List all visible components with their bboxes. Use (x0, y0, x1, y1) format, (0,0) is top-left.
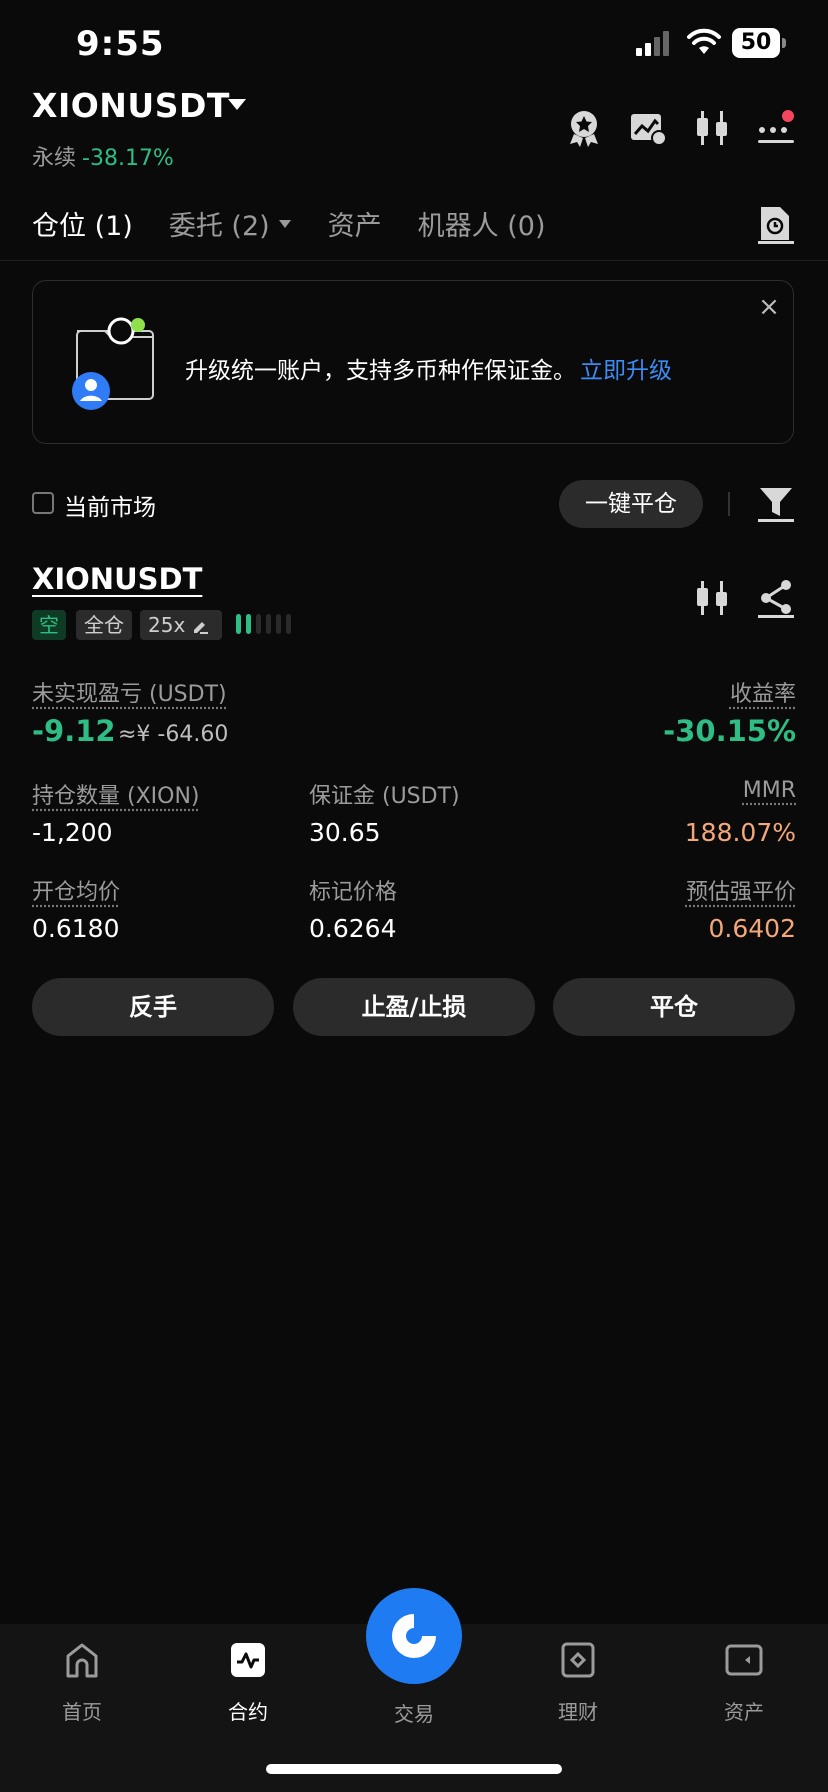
tab-bots[interactable]: 机器人 (0) (418, 204, 546, 243)
risk-bar (276, 614, 281, 634)
share-icon[interactable] (756, 578, 796, 618)
futures-icon (231, 1643, 265, 1677)
liquidation-price-value: 0.6402 (708, 914, 796, 943)
nav-earn[interactable]: 理财 (518, 1640, 638, 1725)
reverse-button[interactable]: 反手 (32, 978, 274, 1036)
earn-icon (561, 1642, 595, 1678)
image-chart-icon[interactable] (628, 108, 668, 148)
account-upgrade-illustration (72, 317, 154, 410)
risk-bar (286, 614, 291, 634)
nav-earn-label: 理财 (558, 1700, 598, 1724)
leverage-badge[interactable]: 25x (140, 610, 222, 640)
contract-type: 永续 (32, 146, 77, 171)
mmr-label[interactable]: MMR (743, 778, 796, 803)
risk-level-bars (236, 614, 291, 634)
tab-positions[interactable]: 仓位 (1) (32, 204, 133, 243)
nav-home[interactable]: 首页 (22, 1640, 142, 1725)
close-position-button[interactable]: 平仓 (553, 978, 795, 1036)
close-icon[interactable]: × (757, 294, 781, 320)
tab-bar: 仓位 (1) 委托 (2) 资产 机器人 (0) (32, 204, 581, 243)
chevron-down-icon (278, 219, 291, 228)
status-time: 9:55 (76, 24, 165, 64)
tab-assets-label: 资产 (327, 211, 382, 242)
pnl-cny-value: ≈¥ -64.60 (118, 722, 229, 747)
tp-sl-button[interactable]: 止盈/止损 (293, 978, 535, 1036)
trade-fab-button[interactable] (366, 1588, 462, 1684)
risk-bar (256, 614, 261, 634)
nav-futures-label: 合约 (228, 1700, 268, 1724)
notification-dot (782, 110, 794, 122)
candlestick-icon[interactable] (692, 108, 732, 148)
mark-price-value: 0.6264 (309, 914, 397, 943)
candlestick-icon[interactable] (692, 578, 732, 618)
close-all-button[interactable]: 一键平仓 (559, 480, 703, 528)
home-indicator (266, 1764, 562, 1774)
cellular-signal-icon (636, 31, 669, 56)
quantity-label[interactable]: 持仓数量 (XION) (32, 778, 200, 810)
upgrade-banner: 升级统一账户，支持多币种作保证金。 立即升级 × (32, 280, 794, 444)
award-icon[interactable] (564, 108, 604, 148)
mark-price-label: 标记价格 (309, 880, 398, 905)
wifi-icon (687, 28, 721, 54)
margin-label: 保证金 (USDT) (309, 784, 460, 809)
roe-label[interactable]: 收益率 (730, 676, 796, 708)
nav-assets-label: 资产 (724, 1700, 764, 1724)
entry-price-label[interactable]: 开仓均价 (32, 874, 120, 906)
tab-bots-label: 机器人 (0) (417, 211, 546, 242)
banner-message: 升级统一账户，支持多币种作保证金。 立即升级 (185, 351, 672, 385)
home-icon (66, 1643, 98, 1678)
banner-text: 升级统一账户，支持多币种作保证金。 (185, 358, 576, 384)
risk-bar (236, 614, 241, 634)
liquidation-price-label[interactable]: 预估强平价 (686, 874, 796, 906)
battery-icon: 50 (732, 28, 786, 58)
roe-value: -30.15% (663, 714, 796, 748)
symbol-title[interactable]: XIONUSDT (32, 86, 230, 125)
nav-assets[interactable]: 资产 (684, 1640, 804, 1725)
wallet-icon (725, 1644, 763, 1676)
tab-orders[interactable]: 委托 (2) (169, 204, 292, 243)
edit-icon (194, 622, 208, 634)
separator (728, 492, 730, 516)
tab-divider (0, 260, 828, 261)
nav-home-label: 首页 (62, 1700, 102, 1724)
nav-futures[interactable]: 合约 (188, 1640, 308, 1725)
nav-trade-label: 交易 (394, 1702, 434, 1726)
current-market-checkbox[interactable] (32, 492, 54, 514)
mmr-value: 188.07% (684, 818, 796, 847)
position-symbol[interactable]: XIONUSDT (32, 562, 202, 596)
current-market-label[interactable]: 当前市场 (64, 488, 156, 522)
history-icon[interactable] (756, 204, 796, 244)
trade-icon (392, 1614, 436, 1658)
upgrade-link[interactable]: 立即升级 (580, 358, 672, 384)
tab-positions-label: 仓位 (1) (32, 211, 133, 242)
quantity-value: -1,200 (32, 818, 113, 847)
contract-info: 永续 -38.17% (32, 140, 174, 172)
leverage-value: 25x (148, 613, 186, 637)
unrealized-pnl-label[interactable]: 未实现盈亏 (USDT) (32, 676, 227, 708)
tab-assets[interactable]: 资产 (328, 204, 382, 243)
margin-mode-badge: 全仓 (76, 610, 132, 640)
nav-trade[interactable]: 交易 (354, 1698, 474, 1727)
side-badge: 空 (32, 610, 66, 640)
tab-orders-label: 委托 (2) (168, 211, 270, 242)
margin-value: 30.65 (309, 818, 381, 847)
price-change: -38.17% (82, 146, 174, 171)
filter-icon[interactable] (756, 486, 796, 522)
unrealized-pnl-value: -9.12 (32, 714, 116, 748)
chevron-down-icon[interactable] (226, 96, 248, 112)
risk-bar (266, 614, 271, 634)
entry-price-value: 0.6180 (32, 914, 120, 943)
risk-bar (246, 614, 251, 634)
